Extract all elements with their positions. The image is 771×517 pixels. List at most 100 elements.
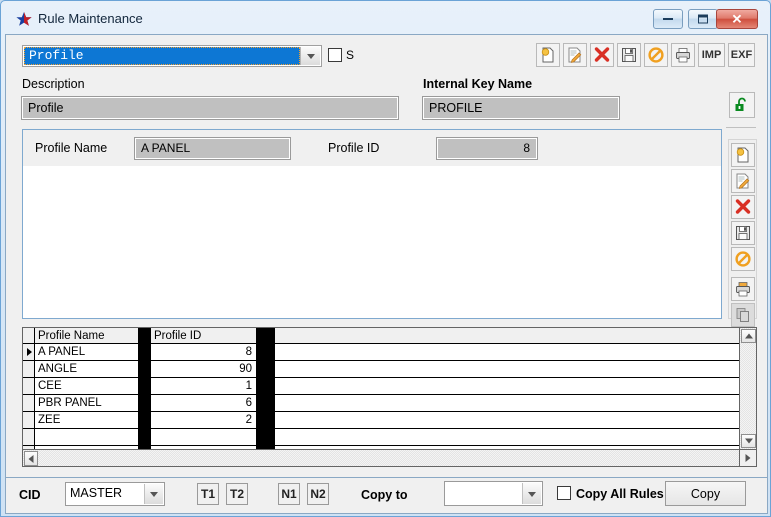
cell-separator-1: [139, 344, 151, 360]
chevron-down-icon[interactable]: [144, 484, 163, 504]
n2-label: N2: [310, 487, 326, 501]
copy-button[interactable]: Copy: [665, 481, 746, 506]
side-cancel-button[interactable]: [731, 247, 755, 271]
rule-type-value: Profile: [24, 47, 300, 65]
grid-header-profile-name[interactable]: Profile Name: [35, 328, 139, 343]
client-area: Profile S IMP EXF Description Internal K…: [5, 34, 768, 478]
row-indicator: [23, 412, 35, 428]
n1-button[interactable]: N1: [278, 483, 300, 505]
print-button[interactable]: [671, 43, 695, 67]
cid-value: MASTER: [70, 486, 123, 500]
cid-combo[interactable]: MASTER: [65, 482, 165, 506]
profile-id-field[interactable]: 8: [436, 137, 538, 160]
cell-separator-2: [257, 361, 275, 377]
cell-profile-id: 90: [151, 361, 257, 377]
grid-horizontal-scrollbar[interactable]: [23, 449, 739, 466]
chevron-down-icon[interactable]: [522, 483, 541, 504]
cid-label: CID: [19, 488, 41, 502]
cell-separator-1: [139, 378, 151, 394]
scroll-up-button[interactable]: [741, 329, 756, 343]
maximize-icon: [698, 14, 708, 24]
export-button[interactable]: EXF: [728, 43, 755, 67]
cell-separator-1: [139, 361, 151, 377]
save-button[interactable]: [617, 43, 641, 67]
edit-button[interactable]: [563, 43, 587, 67]
chevron-down-icon: [744, 438, 753, 444]
n2-button[interactable]: N2: [307, 483, 329, 505]
table-row[interactable]: ANGLE 90: [23, 361, 739, 378]
import-button[interactable]: IMP: [698, 43, 725, 67]
cancel-button[interactable]: [644, 43, 668, 67]
cell-profile-id: 1: [151, 378, 257, 394]
side-delete-button[interactable]: [731, 195, 755, 219]
save-floppy-icon: [622, 48, 636, 62]
unlock-button[interactable]: [729, 92, 755, 118]
edit-document-icon: [736, 173, 750, 189]
table-row[interactable]: [23, 429, 739, 446]
scroll-left-button[interactable]: [24, 451, 38, 466]
table-row[interactable]: ZEE 2: [23, 412, 739, 429]
grid-header-separator-1: [139, 328, 151, 343]
copy-button-label: Copy: [690, 486, 721, 501]
cancel-circle-icon: [648, 47, 664, 63]
chevron-left-icon: [28, 454, 34, 463]
cell-profile-id: 6: [151, 395, 257, 411]
chevron-down-icon[interactable]: [300, 47, 320, 65]
cell-filler: [275, 395, 739, 411]
scroll-down-button[interactable]: [741, 434, 756, 448]
copy-all-rules-checkbox[interactable]: [557, 486, 571, 500]
table-row[interactable]: A PANEL 8: [23, 344, 739, 361]
cell-filler: [275, 378, 739, 394]
grid-rows-container: Profile Name Profile ID A PANEL 8 ANGLE …: [23, 328, 739, 466]
rule-type-combo[interactable]: Profile: [22, 45, 322, 67]
t1-button[interactable]: T1: [197, 483, 219, 505]
copy-to-label: Copy to: [361, 488, 408, 502]
grid-header-profile-id[interactable]: Profile ID: [151, 328, 257, 343]
cell-profile-name: A PANEL: [35, 344, 139, 360]
profile-grid[interactable]: Profile Name Profile ID A PANEL 8 ANGLE …: [22, 327, 757, 467]
side-save-button[interactable]: [731, 221, 755, 245]
side-print-button[interactable]: [731, 277, 755, 301]
delete-button[interactable]: [590, 43, 614, 67]
t2-button[interactable]: T2: [226, 483, 248, 505]
internal-key-name-field[interactable]: PROFILE: [422, 96, 620, 120]
grid-vertical-scrollbar[interactable]: [739, 328, 756, 449]
cancel-circle-icon: [735, 251, 751, 267]
grid-header-row: Profile Name Profile ID: [23, 328, 739, 344]
new-document-icon: [541, 47, 554, 63]
row-indicator: [23, 429, 35, 445]
row-indicator: [23, 344, 35, 360]
grid-header-filler: [275, 328, 739, 343]
title-bar: Rule Maintenance ✕: [2, 2, 771, 34]
import-label: IMP: [701, 49, 722, 61]
unlock-icon: [735, 97, 746, 111]
close-icon: ✕: [731, 11, 743, 27]
cell-separator-2: [257, 378, 275, 394]
cell-separator-1: [139, 429, 151, 445]
new-button[interactable]: [536, 43, 560, 67]
chevron-up-icon: [744, 333, 753, 339]
side-edit-button[interactable]: [731, 169, 755, 193]
delete-x-icon: [594, 47, 610, 62]
top-toolbar: IMP EXF: [533, 43, 755, 69]
n1-label: N1: [281, 487, 297, 501]
close-button[interactable]: ✕: [716, 9, 758, 29]
profile-name-field[interactable]: A PANEL: [134, 137, 291, 160]
minimize-button[interactable]: [653, 9, 683, 29]
maximize-button[interactable]: [688, 9, 718, 29]
new-document-icon: [736, 147, 749, 163]
side-new-button[interactable]: [731, 143, 755, 167]
description-field[interactable]: Profile: [21, 96, 399, 120]
row-indicator: [23, 378, 35, 394]
t1-label: T1: [200, 487, 215, 501]
table-row[interactable]: PBR PANEL 6: [23, 395, 739, 412]
toolbar-divider: [726, 127, 756, 128]
copy-all-rules-label: Copy All Rules: [576, 487, 664, 501]
copy-to-combo[interactable]: [444, 481, 543, 506]
rule-maintenance-window: Rule Maintenance ✕ Profile S IMP EXF Des…: [0, 0, 771, 517]
chevron-right-icon: [745, 454, 751, 462]
cell-separator-1: [139, 395, 151, 411]
cell-profile-id: 2: [151, 412, 257, 428]
s-checkbox[interactable]: [328, 48, 342, 62]
table-row[interactable]: CEE 1: [23, 378, 739, 395]
